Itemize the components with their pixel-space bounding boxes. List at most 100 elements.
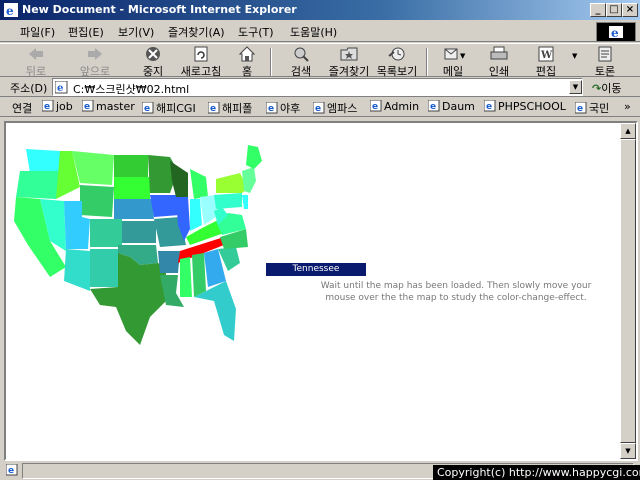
map-state-michigan[interactable] — [190, 169, 208, 199]
us-states-map[interactable] — [10, 141, 266, 353]
maximize-button[interactable]: □ — [606, 3, 622, 17]
scroll-thumb[interactable] — [620, 139, 636, 443]
ie-page-icon: e — [428, 100, 440, 112]
mail-button[interactable]: 메일 — [440, 46, 466, 78]
close-button[interactable]: × — [622, 3, 638, 17]
ie-page-icon: e — [484, 100, 496, 112]
menu-view[interactable]: 보기(V) — [118, 24, 154, 40]
link-yahoo[interactable]: e 야후 — [266, 100, 300, 116]
toolbar-separator — [426, 48, 428, 76]
edit-button[interactable]: W 편집 — [534, 46, 558, 78]
link-empas[interactable]: e 엠파스 — [313, 100, 357, 116]
menu-bar: 파일(F) 편집(E) 보기(V) 즐겨찾기(A) 도구(T) 도움말(H) — [0, 20, 640, 42]
menu-file[interactable]: 파일(F) — [20, 24, 55, 40]
page-viewport: Tennessee Wait until the map has been lo… — [4, 121, 638, 461]
map-state-arkansas[interactable] — [158, 251, 180, 273]
go-button[interactable]: ↷이동 — [592, 80, 621, 96]
stop-button[interactable]: 중지 — [138, 46, 168, 78]
history-icon — [388, 47, 405, 61]
go-arrow-icon: ↷ — [592, 82, 602, 95]
svg-text:e: e — [268, 104, 274, 114]
menu-favorites[interactable]: 즐겨찾기(A) — [168, 24, 225, 40]
minimize-button[interactable]: _ — [590, 3, 606, 17]
map-state-mississippi[interactable] — [180, 257, 192, 297]
link-happypoll[interactable]: e 해피폴 — [208, 100, 252, 116]
forward-arrow-icon — [88, 48, 102, 60]
map-state-south-dakota[interactable] — [114, 177, 150, 199]
window-title: New Document - Microsoft Internet Explor… — [22, 3, 297, 16]
link-kookmin[interactable]: e 국민 — [575, 100, 609, 116]
link-job[interactable]: e job — [42, 100, 73, 113]
ie-page-icon: e — [208, 102, 220, 114]
edit-dropdown-icon[interactable]: ▼ — [572, 52, 577, 60]
map-state-new-jersey[interactable] — [242, 195, 248, 209]
ie-page-icon: e — [42, 100, 54, 112]
map-state-ohio[interactable] — [200, 195, 216, 225]
back-arrow-icon — [29, 48, 43, 60]
address-dropdown-icon[interactable]: ▼ — [569, 80, 582, 94]
svg-text:e: e — [486, 102, 492, 112]
svg-text:e: e — [577, 104, 583, 114]
refresh-button[interactable]: 새로고침 — [178, 46, 224, 78]
svg-text:e: e — [84, 102, 90, 112]
map-state-nebraska[interactable] — [114, 199, 154, 219]
copyright-banner: Copyright(c) http://www.happycgi.com — [433, 465, 640, 480]
search-button[interactable]: 검색 — [288, 46, 314, 78]
ie-page-icon: e — [55, 81, 68, 94]
help-text-line-2: mouse over the the map to study the colo… — [325, 293, 587, 303]
menu-help[interactable]: 도움말(H) — [290, 24, 337, 40]
map-state-indiana[interactable] — [190, 199, 202, 231]
link-phpschool[interactable]: e PHPSCHOOL — [484, 100, 566, 113]
history-button[interactable]: 목록보기 — [376, 46, 418, 78]
menu-edit[interactable]: 편집(E) — [68, 24, 104, 40]
back-button[interactable]: 뒤로 — [18, 46, 54, 78]
map-state-oregon[interactable] — [16, 171, 60, 199]
home-button[interactable]: 홈 — [236, 46, 258, 78]
help-text: Wait until the map has been loaded. Then… — [306, 280, 606, 304]
map-state-colorado[interactable] — [90, 219, 122, 247]
address-input[interactable]: e C:₩스크린샷₩02.html ▼ — [52, 78, 583, 96]
map-state-maine[interactable] — [246, 145, 262, 169]
ie-page-icon: e — [575, 102, 587, 114]
print-button[interactable]: 인쇄 — [488, 46, 510, 78]
links-more-icon[interactable]: » — [624, 100, 631, 113]
favorites-folder-icon — [340, 47, 358, 61]
map-state-new-mexico[interactable] — [90, 249, 120, 287]
scroll-up-icon[interactable]: ▲ — [620, 123, 636, 139]
svg-text:e: e — [44, 102, 50, 112]
vertical-scrollbar[interactable]: ▲ ▼ — [620, 123, 636, 459]
map-state-iowa[interactable] — [150, 195, 180, 217]
scroll-down-icon[interactable]: ▼ — [620, 443, 636, 459]
home-icon — [238, 46, 256, 62]
map-state-arizona[interactable] — [64, 249, 90, 291]
link-master[interactable]: e master — [82, 100, 135, 113]
state-name-label: Tennessee — [266, 263, 366, 276]
links-label: 연결 — [12, 102, 33, 115]
discuss-icon — [598, 46, 612, 62]
favorites-button[interactable]: 즐겨찾기 — [328, 46, 370, 78]
menu-tools[interactable]: 도구(T) — [238, 24, 274, 40]
map-state-wisconsin[interactable] — [170, 161, 188, 197]
map-state-pennsylvania[interactable] — [214, 193, 242, 209]
ie-throbber-icon: e — [596, 22, 636, 42]
forward-button[interactable]: 앞으로 — [72, 46, 118, 78]
map-state-washington[interactable] — [26, 149, 62, 173]
discuss-button[interactable]: 토론 — [594, 46, 616, 78]
mail-dropdown-icon[interactable]: ▼ — [460, 52, 465, 60]
map-state-wyoming[interactable] — [80, 185, 114, 217]
ie-page-icon: e — [82, 100, 94, 112]
toolbar-separator — [270, 48, 272, 76]
link-happycgi[interactable]: e 해피CGI — [142, 100, 196, 116]
map-state-new-england[interactable] — [242, 167, 256, 193]
refresh-icon — [194, 46, 208, 62]
map-state-alabama[interactable] — [192, 253, 206, 297]
address-bar: 주소(D) e C:₩스크린샷₩02.html ▼ ↷이동 — [0, 77, 640, 97]
svg-text:e: e — [8, 466, 14, 476]
link-daum[interactable]: e Daum — [428, 100, 475, 113]
map-state-kansas[interactable] — [122, 221, 156, 243]
ie-page-icon: e — [142, 102, 154, 114]
link-admin[interactable]: e Admin — [370, 100, 419, 113]
map-state-north-dakota[interactable] — [114, 155, 148, 177]
title-bar[interactable]: e New Document - Microsoft Internet Expl… — [0, 0, 640, 20]
svg-text:e: e — [6, 4, 14, 17]
